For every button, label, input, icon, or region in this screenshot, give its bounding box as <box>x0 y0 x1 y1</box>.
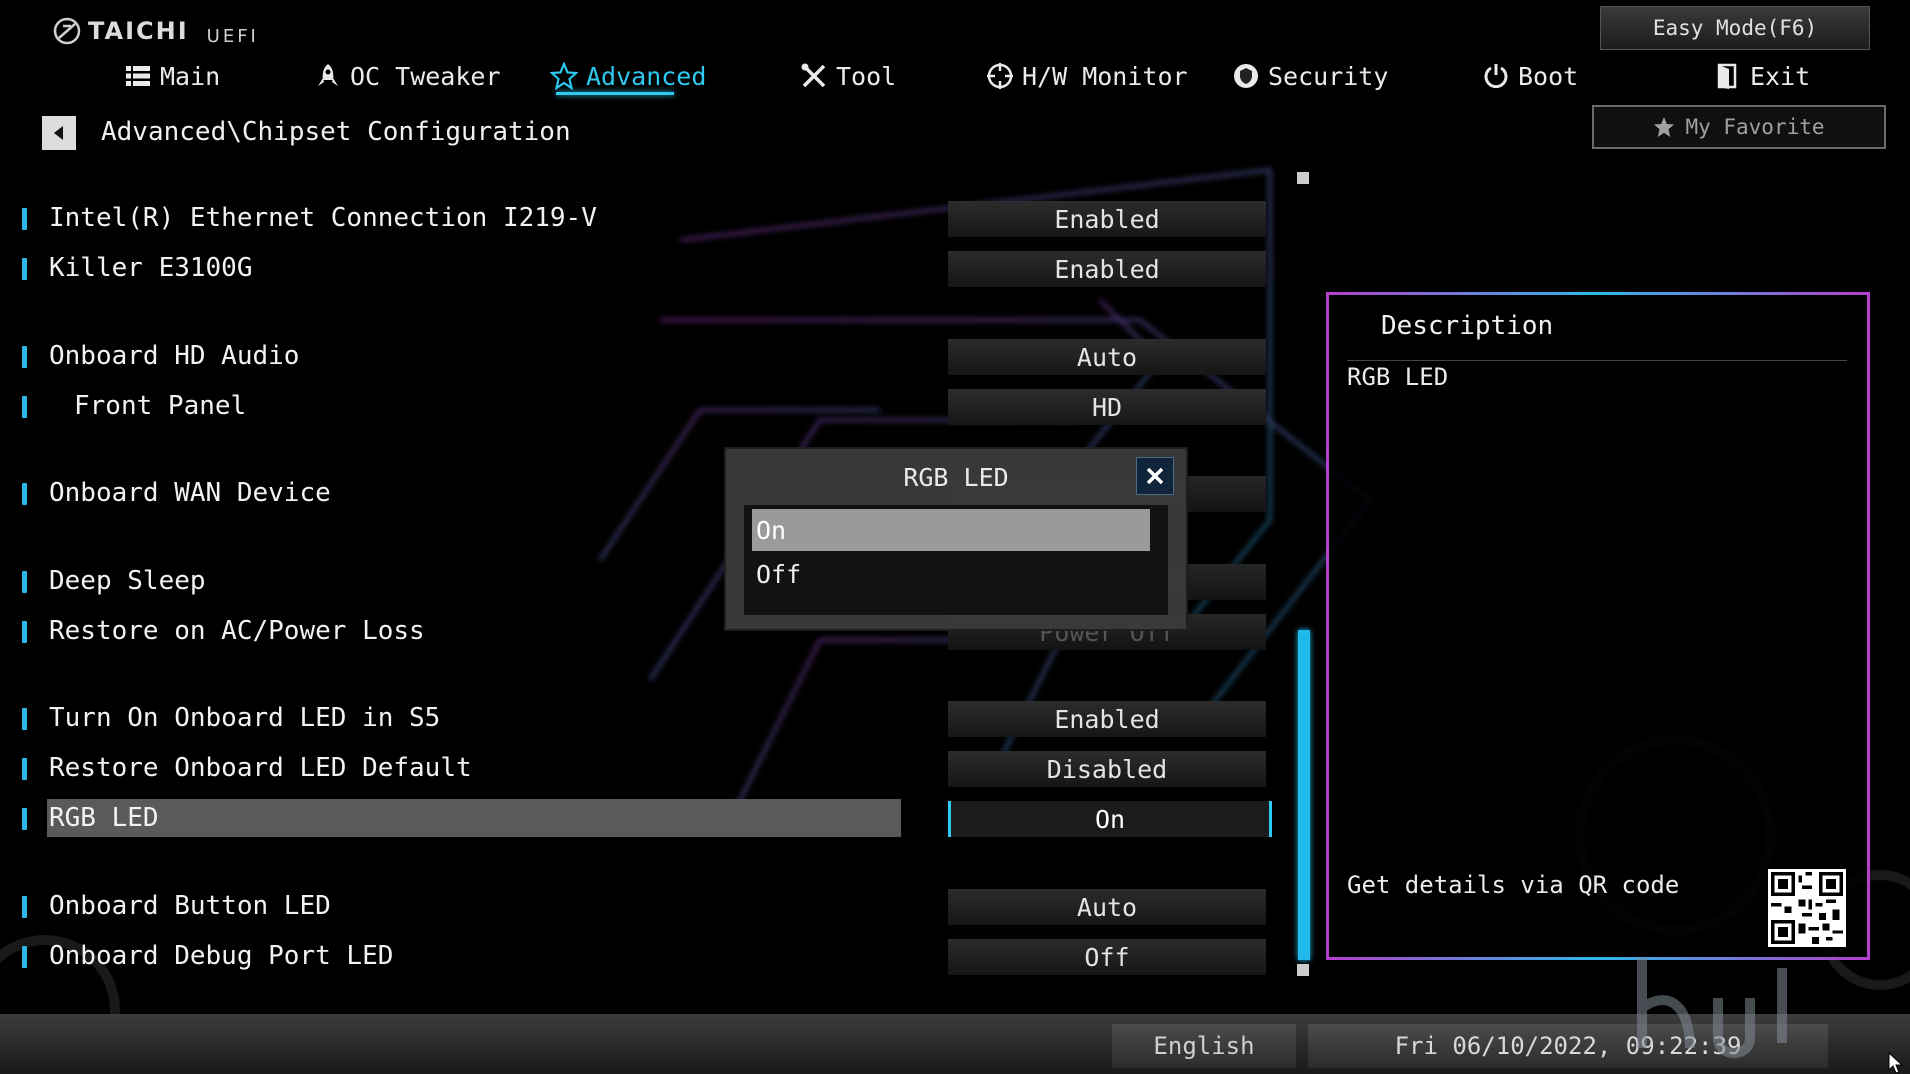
row-marker <box>22 946 27 968</box>
setting-label: Restore on AC/Power Loss <box>49 616 425 646</box>
setting-value[interactable]: Disabled <box>948 751 1266 787</box>
close-icon <box>1146 467 1164 485</box>
tab-hw-monitor[interactable]: H/W Monitor <box>986 56 1188 96</box>
exit-door-icon <box>1717 63 1737 89</box>
taichi-logo-icon <box>53 17 81 44</box>
description-body: RGB LED <box>1347 363 1449 391</box>
tab-label: Advanced <box>586 61 707 91</box>
tools-icon <box>801 63 826 88</box>
setting-label: Killer E3100G <box>49 253 253 283</box>
logo-subtext: UEFI <box>206 26 259 47</box>
scrollbar-thumb[interactable] <box>1298 630 1310 960</box>
tab-boot[interactable]: Boot <box>1482 56 1578 96</box>
setting-label: RGB LED <box>49 803 159 833</box>
setting-value[interactable]: HD <box>948 389 1266 425</box>
row-marker <box>22 758 27 780</box>
tab-label: Main <box>160 61 221 91</box>
row-marker <box>22 808 27 830</box>
setting-row-led-default[interactable]: Restore Onboard LED Default Disabled <box>0 749 1270 789</box>
popup-options-list: On Off <box>744 505 1168 615</box>
chevron-left-icon <box>54 126 63 140</box>
logo-text: TAICHI <box>88 16 189 45</box>
setting-label: Intel(R) Ethernet Connection I219-V <box>49 203 597 233</box>
row-marker <box>22 896 27 918</box>
main-nav: Main OC Tweaker Advanced Tool H/W Monito… <box>0 56 1810 96</box>
row-marker <box>22 708 27 730</box>
setting-row-killer[interactable]: Killer E3100G Enabled <box>0 249 1270 289</box>
tab-advanced[interactable]: Advanced <box>550 56 706 96</box>
list-icon <box>126 66 150 86</box>
setting-value[interactable]: Auto <box>948 339 1266 375</box>
star-icon <box>550 62 578 90</box>
easy-mode-button[interactable]: Easy Mode(F6) <box>1600 6 1870 50</box>
setting-label: Front Panel <box>74 391 247 421</box>
setting-label: Onboard HD Audio <box>49 341 300 371</box>
scroll-up-arrow-icon[interactable] <box>1297 172 1309 184</box>
mouse-cursor-icon <box>1888 1052 1904 1074</box>
setting-value[interactable]: Enabled <box>948 201 1266 237</box>
setting-value[interactable]: On <box>948 801 1272 837</box>
setting-value[interactable]: Enabled <box>948 251 1266 287</box>
tab-tool[interactable]: Tool <box>800 56 896 96</box>
row-marker <box>22 258 27 280</box>
tab-oc-tweaker[interactable]: OC Tweaker <box>314 56 501 96</box>
description-title: Description <box>1381 311 1554 341</box>
setting-row-rgb-led[interactable]: RGB LED On <box>0 799 1272 839</box>
active-tab-underline <box>556 92 674 95</box>
setting-value[interactable]: Off <box>948 939 1266 975</box>
divider <box>1347 360 1847 361</box>
row-marker <box>22 571 27 593</box>
tab-main[interactable]: Main <box>124 56 220 96</box>
scroll-down-arrow-icon[interactable] <box>1297 964 1309 976</box>
description-panel: Description RGB LED Get details via QR c… <box>1326 292 1870 960</box>
row-marker <box>22 621 27 643</box>
setting-row-ethernet[interactable]: Intel(R) Ethernet Connection I219-V Enab… <box>0 199 1270 239</box>
my-favorite-button[interactable]: My Favorite <box>1592 105 1886 149</box>
row-marker <box>22 208 27 230</box>
setting-label: Turn On Onboard LED in S5 <box>49 703 441 733</box>
tab-label: Boot <box>1518 61 1579 91</box>
popup-title: RGB LED <box>903 463 1009 492</box>
rgb-led-popup: RGB LED On Off <box>724 447 1188 631</box>
tab-security[interactable]: Security <box>1232 56 1388 96</box>
tab-exit[interactable]: Exit <box>1714 56 1810 96</box>
row-marker <box>22 396 27 418</box>
tab-label: Tool <box>836 61 897 91</box>
setting-row-hd-audio[interactable]: Onboard HD Audio Auto <box>0 337 1270 377</box>
brand-logo: TAICHI UEFI <box>52 14 259 47</box>
setting-value[interactable]: Auto <box>948 889 1266 925</box>
setting-row-front-panel[interactable]: Front Panel HD <box>0 387 1270 427</box>
language-selector[interactable]: English <box>1112 1024 1296 1068</box>
tab-label: H/W Monitor <box>1022 61 1188 91</box>
setting-label: Onboard Button LED <box>49 891 331 921</box>
popup-option-off[interactable]: Off <box>752 553 1150 595</box>
shield-icon <box>1234 64 1258 88</box>
tab-label: Security <box>1268 61 1389 91</box>
monitor-crosshair-icon <box>987 63 1013 89</box>
setting-label: Onboard WAN Device <box>49 478 331 508</box>
close-button[interactable] <box>1136 457 1174 495</box>
power-icon <box>1484 64 1508 89</box>
qr-code-icon <box>1768 869 1846 947</box>
setting-row-button-led[interactable]: Onboard Button LED Auto <box>0 887 1270 927</box>
date-time-display: Fri 06/10/2022, 09:22:39 <box>1308 1024 1828 1068</box>
selected-row-highlight <box>47 799 901 837</box>
row-marker <box>22 483 27 505</box>
tab-label: OC Tweaker <box>350 61 501 91</box>
qr-caption: Get details via QR code <box>1347 871 1680 899</box>
setting-row-debug-port-led[interactable]: Onboard Debug Port LED Off <box>0 937 1270 977</box>
row-marker <box>22 346 27 368</box>
rocket-icon <box>318 64 338 86</box>
favorite-label: My Favorite <box>1685 115 1825 139</box>
breadcrumb: Advanced\Chipset Configuration <box>101 117 571 147</box>
back-button[interactable] <box>42 116 76 150</box>
setting-row-led-s5[interactable]: Turn On Onboard LED in S5 Enabled <box>0 699 1270 739</box>
popup-option-on[interactable]: On <box>752 509 1150 551</box>
setting-label: Onboard Debug Port LED <box>49 941 394 971</box>
setting-label: Deep Sleep <box>49 566 206 596</box>
setting-value[interactable]: Enabled <box>948 701 1266 737</box>
tab-label: Exit <box>1750 61 1811 91</box>
star-icon <box>1654 117 1675 137</box>
setting-label: Restore Onboard LED Default <box>49 753 472 783</box>
